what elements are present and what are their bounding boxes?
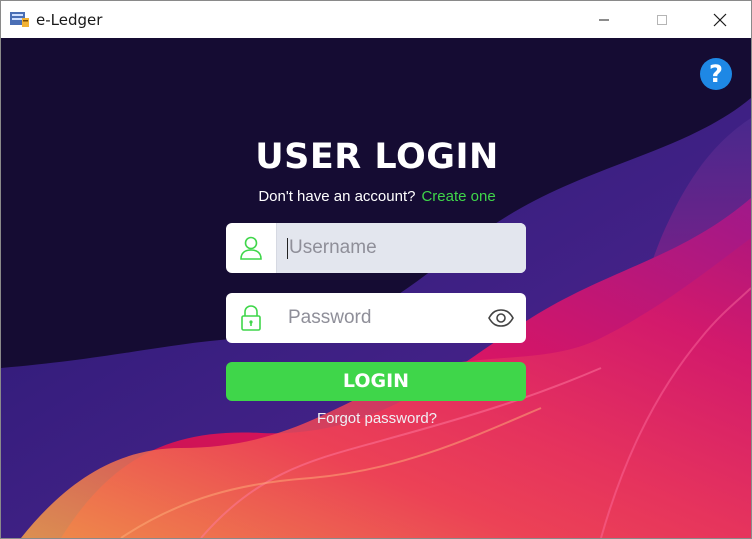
close-button[interactable] <box>697 1 743 38</box>
forgot-password-link[interactable]: Forgot password? <box>1 410 751 427</box>
lock-icon-box <box>226 293 276 343</box>
login-button[interactable]: LOGIN <box>226 362 526 401</box>
login-screen: ? USER LOGIN Don't have an account? Creat… <box>1 38 751 538</box>
close-icon <box>713 13 727 26</box>
no-account-text: Don't have an account? <box>258 188 416 205</box>
page-title: USER LOGIN <box>255 137 499 177</box>
password-input[interactable] <box>276 293 476 343</box>
create-account-link[interactable]: Create one <box>421 188 495 205</box>
help-icon: ? <box>709 60 723 88</box>
help-button[interactable]: ? <box>700 58 732 90</box>
user-icon-box <box>226 223 276 273</box>
window-title: e-Ledger <box>36 11 103 29</box>
username-input[interactable] <box>276 223 526 273</box>
maximize-icon <box>657 14 667 25</box>
minimize-button[interactable] <box>581 1 627 38</box>
app-window: e-Ledger ? USER LOGIN Don't have an acco… <box>0 0 752 539</box>
minimize-icon <box>599 19 609 20</box>
wave-background <box>1 98 751 538</box>
title-bar[interactable]: e-Ledger <box>1 1 751 38</box>
lock-icon <box>241 305 261 331</box>
text-caret <box>287 238 288 259</box>
user-icon <box>240 236 262 260</box>
username-field[interactable] <box>226 223 526 273</box>
ledger-app-icon <box>10 12 29 27</box>
show-password-eye-icon[interactable] <box>488 307 514 329</box>
password-field[interactable] <box>226 293 526 343</box>
maximize-button[interactable] <box>639 1 685 38</box>
signup-prompt: Don't have an account? Create one <box>1 188 751 205</box>
